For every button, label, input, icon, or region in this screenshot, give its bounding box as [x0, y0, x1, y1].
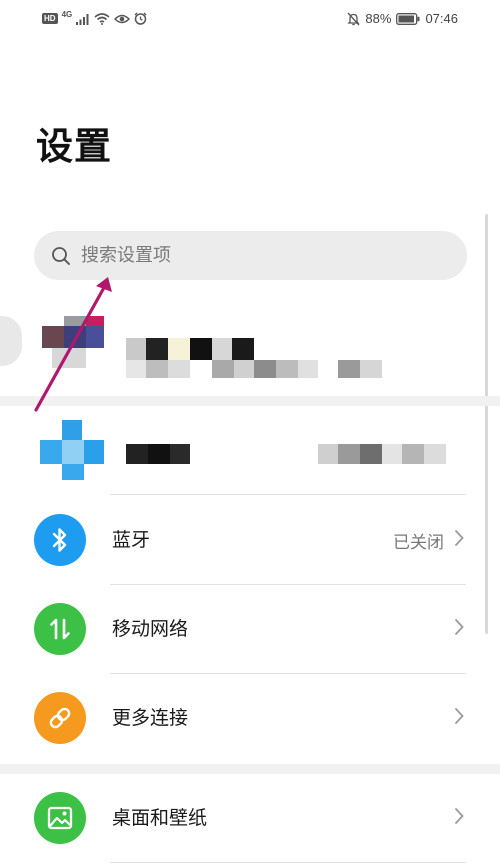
chevron-right-icon	[454, 807, 464, 825]
setting-label-bluetooth: 蓝牙	[112, 529, 151, 551]
account-avatar-block	[42, 326, 64, 348]
status-bar: HD 4G 88% 07:46	[0, 0, 500, 40]
service-name-redacted	[170, 444, 190, 464]
search-bar[interactable]	[34, 231, 467, 280]
setting-bluetooth[interactable]: 蓝牙 已关闭	[0, 496, 500, 584]
account-name-redacted	[168, 360, 190, 378]
service-icon-block	[62, 464, 84, 480]
account-name-redacted	[190, 338, 212, 360]
bluetooth-status: 已关闭	[393, 533, 444, 553]
chevron-right-icon	[454, 618, 464, 636]
bluetooth-icon	[34, 514, 86, 566]
mute-icon	[347, 12, 360, 25]
service-value-redacted	[402, 444, 424, 464]
setting-mobile-network[interactable]: 移动网络	[0, 585, 500, 673]
search-icon	[52, 246, 70, 265]
row-divider	[110, 494, 466, 495]
service-name-redacted	[148, 444, 170, 464]
section-divider	[0, 764, 500, 774]
account-name-redacted	[126, 360, 146, 378]
battery-icon	[396, 12, 420, 25]
eye-icon	[114, 14, 131, 23]
service-value-redacted	[338, 444, 360, 464]
account-sub-redacted	[254, 360, 276, 378]
account-sub-redacted	[298, 360, 318, 378]
chevron-right-icon	[454, 707, 464, 725]
signal-icon	[76, 13, 89, 25]
mobile-network-icon	[34, 603, 86, 655]
service-value-redacted	[360, 444, 382, 464]
link-icon	[34, 692, 86, 744]
account-row[interactable]	[0, 296, 500, 396]
battery-percent: 88%	[365, 11, 392, 26]
account-name-redacted	[212, 338, 232, 360]
account-avatar-block	[86, 316, 104, 326]
account-sub-redacted	[276, 360, 298, 378]
account-avatar-block	[86, 326, 104, 348]
service-value-redacted	[318, 444, 338, 464]
search-input[interactable]	[81, 245, 411, 266]
account-sub-redacted	[212, 360, 234, 378]
row-divider	[110, 862, 466, 863]
account-avatar-block	[64, 316, 86, 326]
service-value-redacted	[424, 444, 446, 464]
setting-label-mobile-network: 移动网络	[112, 618, 189, 640]
account-sub-redacted	[360, 360, 382, 378]
account-name-redacted	[146, 338, 168, 360]
service-value-redacted	[382, 444, 402, 464]
page-title: 设置	[36, 125, 112, 168]
status-left: HD 4G	[42, 10, 147, 25]
setting-wallpaper[interactable]: 桌面和壁纸	[0, 774, 500, 862]
wifi-icon	[94, 12, 110, 25]
setting-label-more-connections: 更多连接	[112, 707, 189, 729]
network-type-label: 4G	[61, 10, 73, 19]
service-row[interactable]	[0, 406, 500, 494]
account-sub-redacted	[234, 360, 254, 378]
chevron-right-icon	[454, 529, 464, 547]
account-name-redacted	[126, 338, 146, 360]
wallpaper-icon	[34, 792, 86, 844]
account-sub-redacted	[338, 360, 360, 378]
service-icon-block	[84, 440, 104, 464]
account-name-redacted	[168, 338, 190, 360]
alarm-icon	[134, 12, 147, 25]
service-name-redacted	[126, 444, 148, 464]
account-avatar-block	[52, 348, 86, 368]
setting-label-wallpaper: 桌面和壁纸	[112, 807, 208, 829]
account-avatar-block	[64, 326, 86, 348]
service-icon-block	[62, 420, 82, 440]
setting-more-connections[interactable]: 更多连接	[0, 674, 500, 762]
account-name-redacted	[232, 338, 254, 360]
service-icon-block	[40, 440, 62, 464]
hd-badge: HD	[42, 13, 58, 24]
status-time: 07:46	[425, 11, 458, 26]
section-divider	[0, 396, 500, 406]
service-icon-block	[62, 440, 84, 464]
account-name-redacted	[146, 360, 168, 378]
status-right: 88% 07:46	[347, 11, 458, 26]
avatar	[0, 316, 22, 366]
